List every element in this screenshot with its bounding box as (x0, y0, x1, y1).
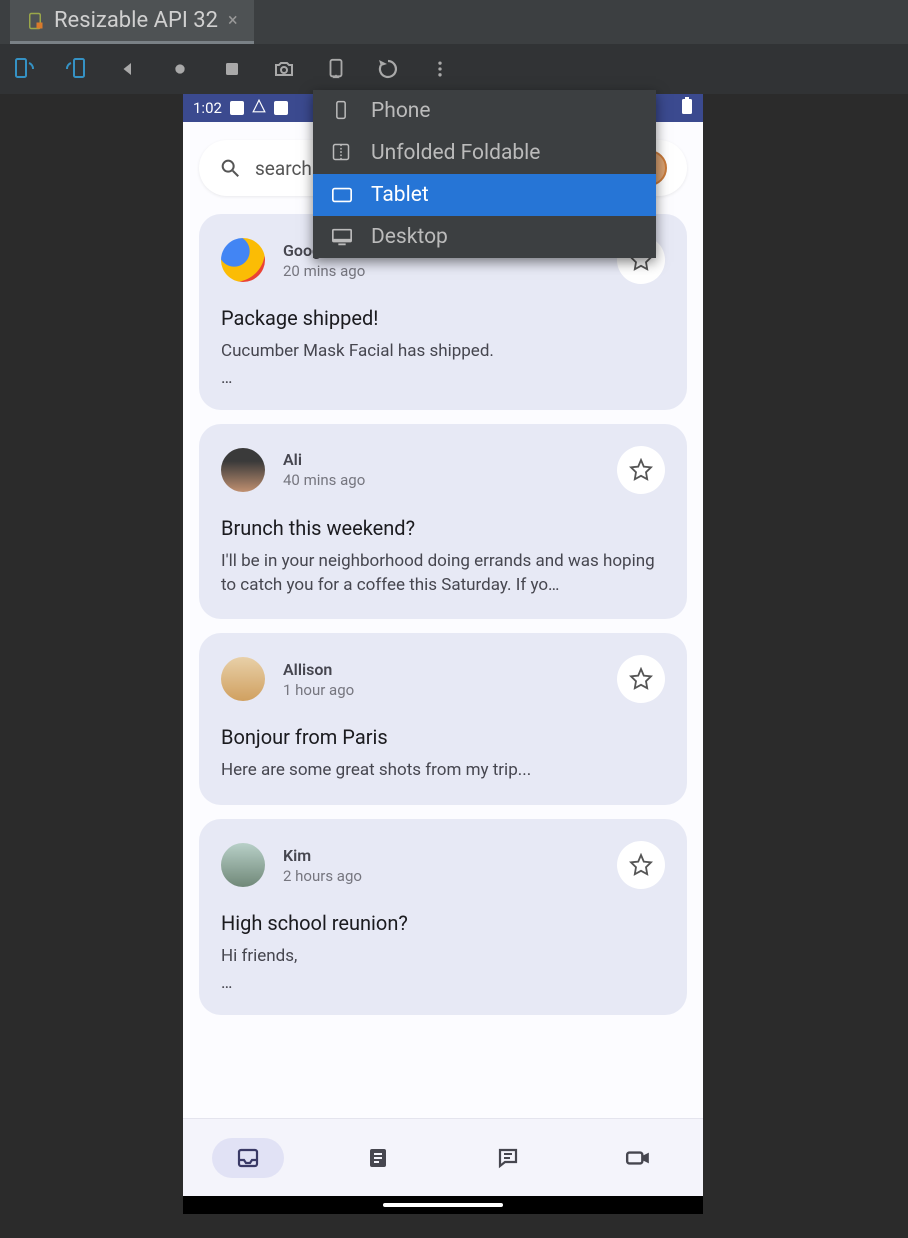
ide-tabbar: Resizable API 32 × (0, 0, 908, 44)
dropdown-item-foldable[interactable]: Unfolded Foldable (313, 132, 656, 174)
message-ellipsis: … (221, 368, 665, 388)
dropdown-label: Unfolded Foldable (371, 141, 540, 165)
device-frame: 1:02 search (183, 94, 703, 1214)
star-button[interactable] (617, 841, 665, 889)
emulator-tab[interactable]: Resizable API 32 × (10, 0, 254, 44)
message-ellipsis: … (221, 973, 665, 993)
search-icon (219, 157, 241, 179)
emulator-toolbar (0, 44, 908, 94)
more-button[interactable] (426, 55, 454, 83)
dropdown-label: Desktop (371, 225, 448, 249)
dropdown-label: Phone (371, 99, 431, 123)
message-body: Hi friends, (221, 945, 665, 969)
message-time: 2 hours ago (283, 867, 599, 885)
message-list: Google 20 mins ago Package shipped! Cucu… (199, 214, 687, 1015)
sender-name: Allison (283, 660, 599, 679)
phone-icon (331, 100, 353, 122)
sender-avatar (221, 238, 265, 282)
foldable-icon (331, 142, 353, 164)
sender-name: Ali (283, 450, 599, 469)
message-card[interactable]: Kim 2 hours ago High school reunion? Hi … (199, 819, 687, 1015)
message-time: 1 hour ago (283, 681, 599, 699)
sender-avatar (221, 843, 265, 887)
bottom-nav (183, 1118, 703, 1196)
dropdown-item-desktop[interactable]: Desktop (313, 216, 656, 258)
star-button[interactable] (617, 446, 665, 494)
message-time: 40 mins ago (283, 471, 599, 489)
status-icon (274, 101, 288, 115)
nav-video[interactable] (602, 1138, 674, 1178)
home-button[interactable] (166, 55, 194, 83)
star-button[interactable] (617, 655, 665, 703)
message-card[interactable]: Allison 1 hour ago Bonjour from Paris He… (199, 633, 687, 805)
message-time: 20 mins ago (283, 262, 599, 280)
restore-button[interactable] (374, 55, 402, 83)
screenshot-button[interactable] (270, 55, 298, 83)
nav-articles[interactable] (342, 1138, 414, 1178)
message-title: Package shipped! (221, 306, 665, 330)
rotate-left-button[interactable] (10, 55, 38, 83)
sender-avatar (221, 448, 265, 492)
dropdown-item-tablet[interactable]: Tablet (313, 174, 656, 216)
device-mode-dropdown: Phone Unfolded Foldable Tablet Desktop (313, 90, 656, 258)
dropdown-label: Tablet (371, 183, 429, 207)
device-icon (26, 12, 44, 30)
message-body: Cucumber Mask Facial has shipped. (221, 340, 665, 364)
message-body: Here are some great shots from my trip..… (221, 759, 665, 783)
desktop-icon (331, 226, 353, 248)
overview-button[interactable] (218, 55, 246, 83)
message-title: High school reunion? (221, 911, 665, 935)
status-icon (230, 101, 244, 115)
status-icon (252, 99, 266, 117)
gesture-bar[interactable] (383, 1203, 503, 1207)
tab-title: Resizable API 32 (54, 8, 218, 33)
sender-avatar (221, 657, 265, 701)
message-body: I'll be in your neighborhood doing erran… (221, 550, 665, 598)
rotate-right-button[interactable] (62, 55, 90, 83)
system-nav-bar (183, 1196, 703, 1214)
app-body: search Google 20 mins ago (183, 122, 703, 1118)
status-time: 1:02 (193, 99, 222, 117)
sender-name: Kim (283, 846, 599, 865)
close-icon[interactable]: × (228, 10, 238, 31)
device-mode-button[interactable] (322, 55, 350, 83)
back-button[interactable] (114, 55, 142, 83)
dropdown-item-phone[interactable]: Phone (313, 90, 656, 132)
emulator-viewport: 1:02 search (0, 94, 908, 1214)
tablet-icon (331, 184, 353, 206)
battery-icon (681, 97, 693, 119)
message-card[interactable]: Ali 40 mins ago Brunch this weekend? I'l… (199, 424, 687, 620)
nav-inbox[interactable] (212, 1138, 284, 1178)
nav-chat[interactable] (472, 1138, 544, 1178)
message-title: Brunch this weekend? (221, 516, 665, 540)
message-title: Bonjour from Paris (221, 725, 665, 749)
